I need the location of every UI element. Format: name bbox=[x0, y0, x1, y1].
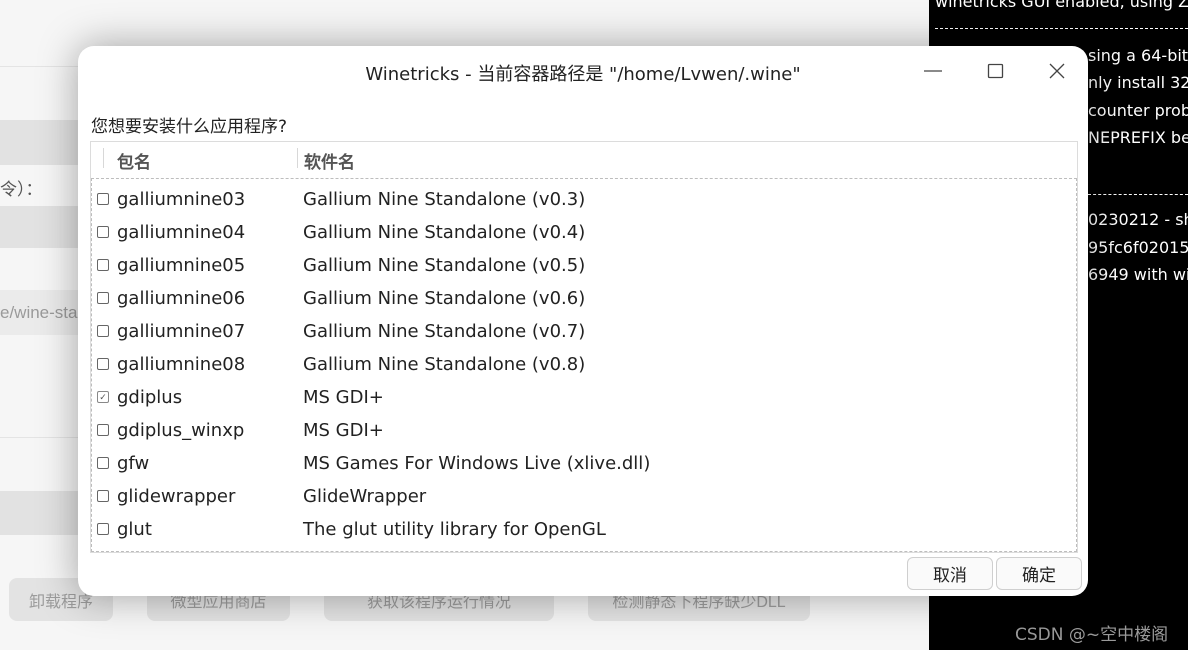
package-checkbox[interactable] bbox=[97, 490, 109, 502]
package-checkbox[interactable] bbox=[97, 457, 109, 469]
package-checkbox[interactable] bbox=[97, 226, 109, 238]
terminal-line: winetricks GUI enabled, using Z bbox=[935, 0, 1188, 11]
package-description: Gallium Nine Standalone (v0.6) bbox=[303, 288, 586, 309]
package-name: galliumnine06 bbox=[117, 288, 246, 309]
install-prompt: 您想要安装什么应用程序? bbox=[91, 117, 288, 137]
package-name: galliumnine05 bbox=[117, 255, 246, 276]
terminal-divider bbox=[1088, 194, 1188, 195]
package-row[interactable]: galliumnine07 Gallium Nine Standalone (v0… bbox=[92, 315, 1076, 348]
column-separator bbox=[297, 148, 298, 168]
terminal-line: counter prob bbox=[1088, 101, 1188, 120]
package-description: GlideWrapper bbox=[303, 486, 427, 507]
terminal-line: 95fc6f020150 bbox=[1088, 238, 1188, 257]
terminal-line: sing a 64-bit bbox=[1088, 46, 1188, 65]
cancel-button[interactable]: 取消 bbox=[907, 557, 993, 590]
package-row[interactable]: galliumnine06 Gallium Nine Standalone (v0… bbox=[92, 282, 1076, 315]
package-checkbox[interactable] bbox=[97, 358, 109, 370]
package-description: Gallium Nine Standalone (v0.5) bbox=[303, 255, 586, 276]
package-name: galliumnine03 bbox=[117, 189, 246, 210]
package-row[interactable]: glut The glut utility library for OpenGL bbox=[92, 513, 1076, 546]
package-checkbox[interactable] bbox=[97, 193, 109, 205]
package-checkbox[interactable] bbox=[97, 523, 109, 535]
package-description: Gallium Nine Standalone (v0.7) bbox=[303, 321, 586, 342]
package-name: glidewrapper bbox=[117, 486, 236, 507]
column-header-software-name[interactable]: 软件名 bbox=[304, 148, 355, 173]
terminal-line: NEPREFIX be bbox=[1088, 128, 1188, 147]
list-body: galliumnine03 Gallium Nine Standalone (v0… bbox=[91, 178, 1077, 552]
package-description: Gallium Nine Standalone (v0.8) bbox=[303, 354, 586, 375]
package-row[interactable]: galliumnine05 Gallium Nine Standalone (v0… bbox=[92, 249, 1076, 282]
package-description: MS Games For Windows Live (xlive.dll) bbox=[303, 453, 651, 474]
package-name: galliumnine04 bbox=[117, 222, 246, 243]
package-row[interactable]: galliumnine04 Gallium Nine Standalone (v0… bbox=[92, 216, 1076, 249]
close-icon bbox=[1049, 63, 1065, 79]
package-description: The glut utility library for OpenGL bbox=[303, 519, 606, 540]
package-name: gdiplus bbox=[117, 387, 183, 408]
minimize-button[interactable] bbox=[918, 58, 948, 84]
package-row[interactable]: gdiplus_winxp MS GDI+ bbox=[92, 414, 1076, 447]
package-checkbox[interactable] bbox=[97, 292, 109, 304]
package-list[interactable]: 包名 软件名 galliumnine03 Gallium Nine Standal… bbox=[90, 141, 1078, 553]
csdn-watermark: CSDN @~空中楼阁 bbox=[1015, 625, 1169, 645]
terminal-line: nly install 32- bbox=[1088, 73, 1188, 92]
close-button[interactable] bbox=[1042, 58, 1072, 84]
package-checkbox[interactable] bbox=[97, 325, 109, 337]
winetricks-dialog: Winetricks - 当前容器路径是 "/home/Lvwen/.wine"… bbox=[78, 46, 1088, 596]
package-row[interactable]: gfw MS Games For Windows Live (xlive.dll) bbox=[92, 447, 1076, 480]
list-header: 包名 软件名 bbox=[91, 142, 1077, 174]
maximize-icon bbox=[987, 63, 1004, 79]
maximize-button[interactable] bbox=[980, 58, 1010, 84]
package-checkbox[interactable]: ✓ bbox=[97, 391, 109, 403]
package-name: galliumnine08 bbox=[117, 354, 246, 375]
minimize-icon bbox=[924, 70, 942, 72]
package-description: Gallium Nine Standalone (v0.4) bbox=[303, 222, 586, 243]
terminal-divider bbox=[935, 28, 1188, 29]
package-description: Gallium Nine Standalone (v0.3) bbox=[303, 189, 586, 210]
package-name: gdiplus_winxp bbox=[117, 420, 245, 441]
package-description: MS GDI+ bbox=[303, 387, 384, 408]
package-name: glut bbox=[117, 519, 152, 540]
terminal-line: 0230212 - sha bbox=[1088, 210, 1188, 229]
terminal-line: 6949 with win bbox=[1088, 265, 1188, 284]
background-path-input-value: e/wine-sta bbox=[0, 303, 78, 322]
package-description: MS GDI+ bbox=[303, 420, 384, 441]
package-row[interactable]: galliumnine08 Gallium Nine Standalone (v0… bbox=[92, 348, 1076, 381]
package-row[interactable]: galliumnine03 Gallium Nine Standalone (v0… bbox=[92, 183, 1076, 216]
column-separator bbox=[103, 148, 104, 168]
package-name: galliumnine07 bbox=[117, 321, 246, 342]
package-name: gfw bbox=[117, 453, 150, 474]
package-checkbox[interactable] bbox=[97, 424, 109, 436]
package-row[interactable]: ✓ gdiplus MS GDI+ bbox=[92, 381, 1076, 414]
package-checkbox[interactable] bbox=[97, 259, 109, 271]
background-field-label: 令）： bbox=[0, 180, 43, 199]
package-row[interactable]: glidewrapper GlideWrapper bbox=[92, 480, 1076, 513]
column-header-package-name[interactable]: 包名 bbox=[117, 148, 151, 173]
ok-button[interactable]: 确定 bbox=[996, 557, 1082, 590]
